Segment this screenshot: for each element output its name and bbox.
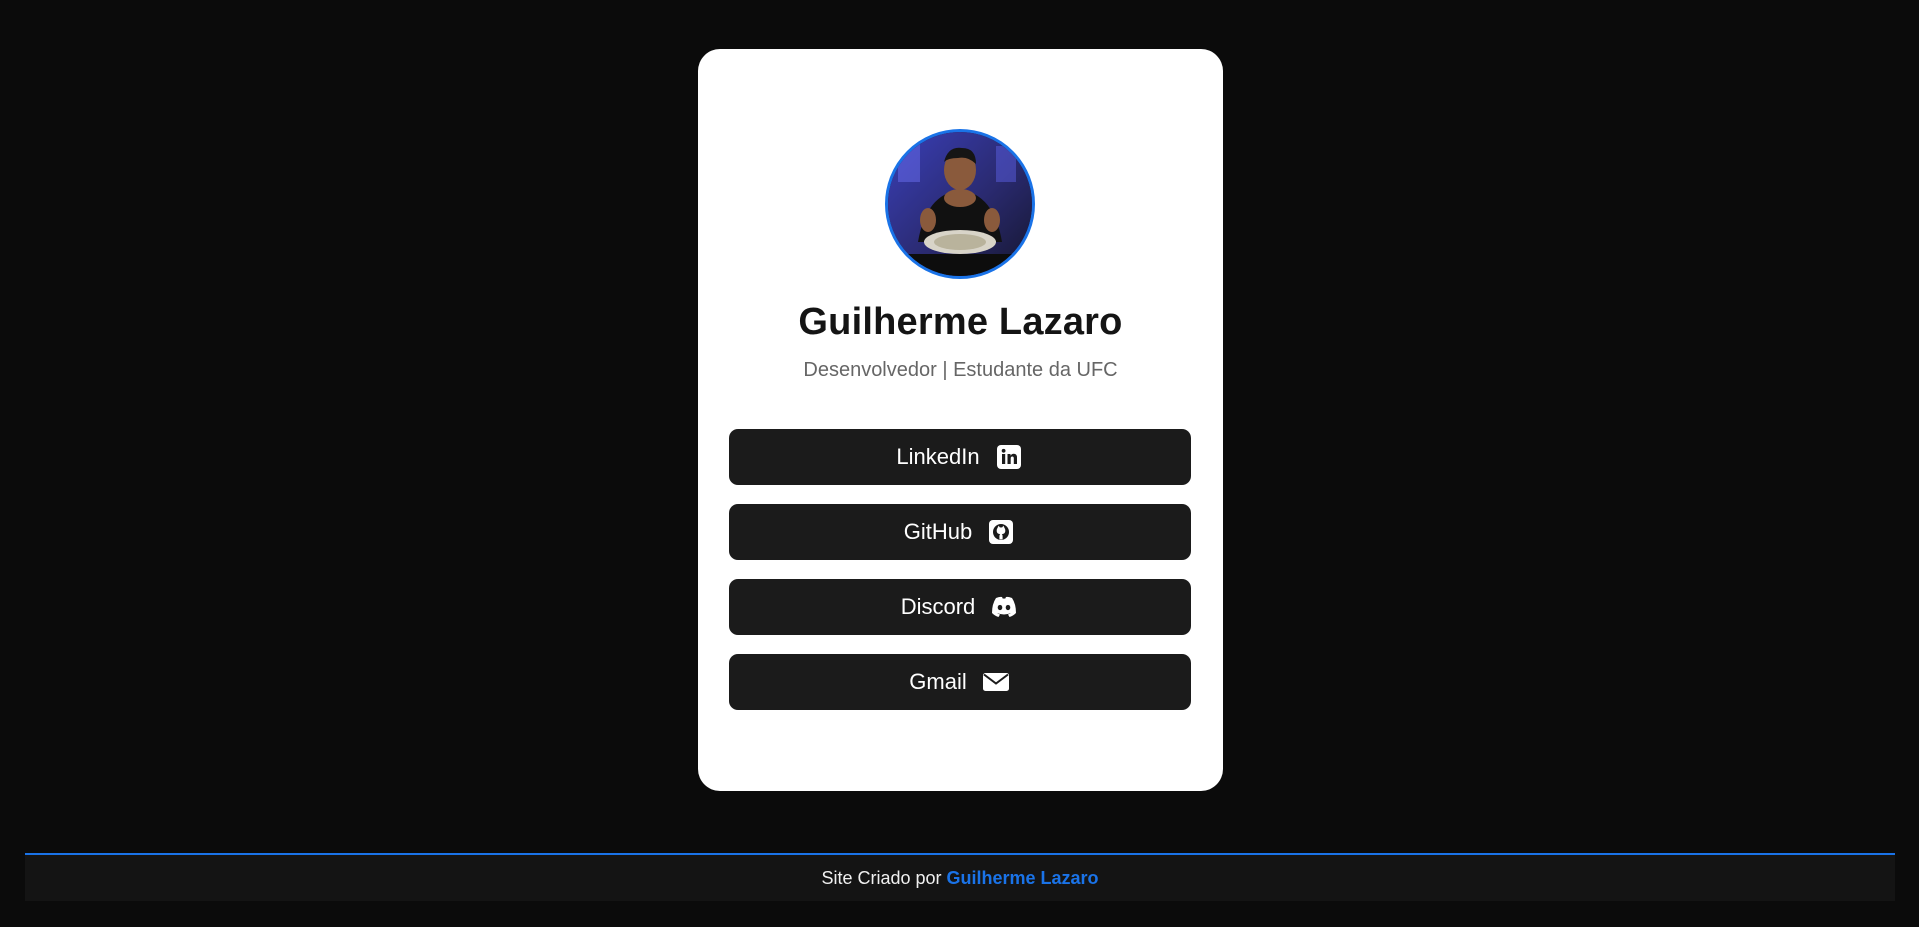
discord-button[interactable]: Discord xyxy=(729,579,1191,635)
footer-author-link[interactable]: Guilherme Lazaro xyxy=(947,868,1099,889)
links-list: LinkedIn GitHub Discord Gmail xyxy=(729,429,1191,729)
github-label: GitHub xyxy=(903,519,973,544)
gmail-button[interactable]: Gmail xyxy=(729,654,1191,710)
avatar xyxy=(885,129,1035,279)
footer-prefix: Site Criado por xyxy=(821,867,942,888)
avatar-photo xyxy=(888,132,1032,276)
profile-name: Guilherme Lazaro xyxy=(798,301,1123,343)
linkedin-label: LinkedIn xyxy=(896,444,980,469)
github-icon xyxy=(986,517,1016,547)
gmail-label: Gmail xyxy=(909,669,967,694)
linkedin-button[interactable]: LinkedIn xyxy=(729,429,1191,485)
discord-icon xyxy=(989,592,1019,622)
profile-subtitle: Desenvolvedor | Estudante da UFC xyxy=(803,359,1118,381)
linkedin-icon xyxy=(994,442,1024,472)
footer: Site Criado por Guilherme Lazaro xyxy=(25,853,1895,901)
github-button[interactable]: GitHub xyxy=(729,504,1191,560)
mail-icon xyxy=(981,667,1011,697)
discord-label: Discord xyxy=(900,594,976,619)
profile-card: Guilherme Lazaro Desenvolvedor | Estudan… xyxy=(698,49,1223,791)
